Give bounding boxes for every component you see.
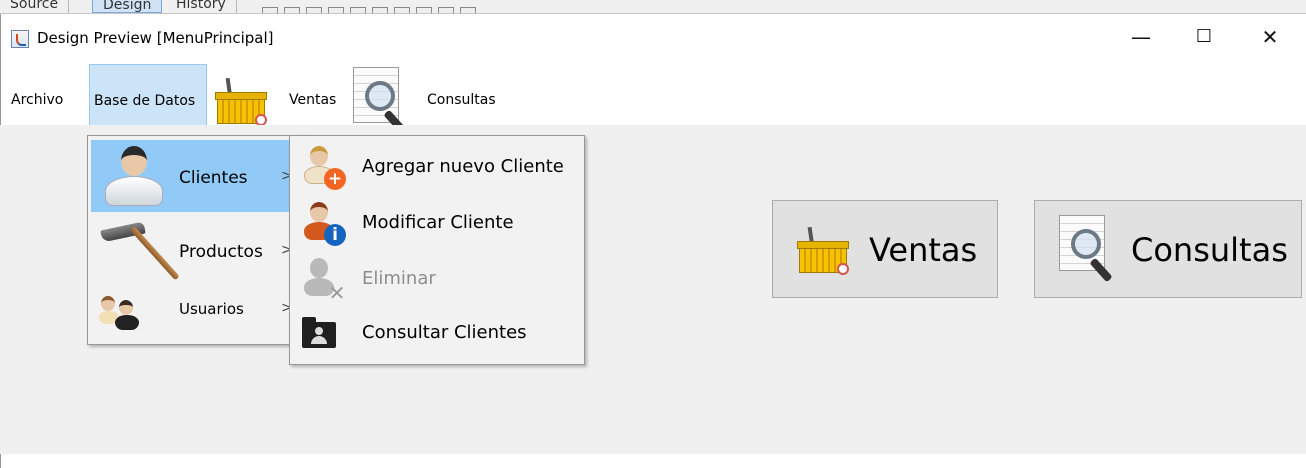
menu-item-clientes[interactable]: Clientes > <box>91 140 305 212</box>
client-person-icon <box>101 142 167 208</box>
minimize-button[interactable]: — <box>1118 20 1164 54</box>
menu-archivo-label: Archivo <box>11 92 64 108</box>
title-bar: Design Preview [MenuPrincipal] — ☐ ✕ <box>1 14 1306 64</box>
tool-icon[interactable] <box>416 7 432 13</box>
tool-icon[interactable] <box>284 7 300 13</box>
menu-item-usuarios-label: Usuarios <box>179 300 244 318</box>
clientes-popup: + Agregar nuevo Cliente i Modificar Clie… <box>289 135 585 365</box>
user-info-icon: i <box>302 200 346 246</box>
menu-base-de-datos-label: Base de Datos <box>94 93 196 109</box>
document-search-icon <box>1057 215 1121 283</box>
user-add-icon: + <box>302 144 346 190</box>
basket-icon <box>213 77 269 126</box>
ventas-button-label: Ventas <box>869 231 978 269</box>
consultas-button-label: Consultas <box>1131 231 1288 269</box>
tool-icon[interactable] <box>350 7 366 13</box>
users-icon <box>99 292 139 332</box>
menu-item-usuarios[interactable]: Usuarios > <box>91 284 305 342</box>
menu-item-modificar-cliente-label: Modificar Cliente <box>362 212 514 233</box>
menu-item-productos[interactable]: Productos > <box>91 216 305 288</box>
plus-badge-icon: + <box>324 168 346 190</box>
menu-item-clientes-label: Clientes <box>179 168 248 188</box>
tool-icon[interactable] <box>262 7 278 13</box>
tool-icon[interactable] <box>328 7 344 13</box>
menu-item-eliminar[interactable]: ✕ Eliminar <box>294 254 582 308</box>
ide-tool-icons <box>262 0 622 13</box>
menu-item-productos-label: Productos <box>179 242 263 262</box>
user-folder-icon <box>302 317 336 348</box>
menu-item-modificar-cliente[interactable]: i Modificar Cliente <box>294 198 582 252</box>
tool-icon[interactable] <box>460 7 476 13</box>
tool-icon[interactable] <box>394 7 410 13</box>
menu-item-consultar-clientes-label: Consultar Clientes <box>362 322 527 343</box>
hammer-icon <box>100 221 180 286</box>
java-app-icon <box>11 30 29 48</box>
ide-tab-design[interactable]: Design <box>92 0 163 13</box>
info-badge-icon: i <box>324 224 346 246</box>
user-remove-icon: ✕ <box>302 256 346 305</box>
menu-item-agregar-cliente-label: Agregar nuevo Cliente <box>362 156 564 177</box>
ventas-button[interactable]: Ventas <box>772 200 998 298</box>
ide-tab-history[interactable]: History <box>166 0 237 13</box>
menu-item-eliminar-label: Eliminar <box>362 268 436 289</box>
window-title: Design Preview [MenuPrincipal] <box>37 29 274 47</box>
x-badge-icon: ✕ <box>328 281 346 305</box>
tool-icon[interactable] <box>372 7 388 13</box>
tool-icon[interactable] <box>306 7 322 13</box>
consultas-button[interactable]: Consultas <box>1034 200 1302 298</box>
menu-item-consultar-clientes[interactable]: Consultar Clientes <box>294 308 582 362</box>
base-de-datos-popup: Clientes > Productos > Usuarios > <box>87 135 309 345</box>
ide-tab-source[interactable]: Source <box>0 0 70 13</box>
maximize-button[interactable]: ☐ <box>1181 20 1227 54</box>
menu-item-agregar-cliente[interactable]: + Agregar nuevo Cliente <box>294 142 582 196</box>
tool-icon[interactable] <box>438 7 454 13</box>
ide-toolbar-strip: Source Design History <box>0 0 1306 14</box>
basket-icon <box>795 226 851 275</box>
close-button[interactable]: ✕ <box>1247 20 1293 54</box>
